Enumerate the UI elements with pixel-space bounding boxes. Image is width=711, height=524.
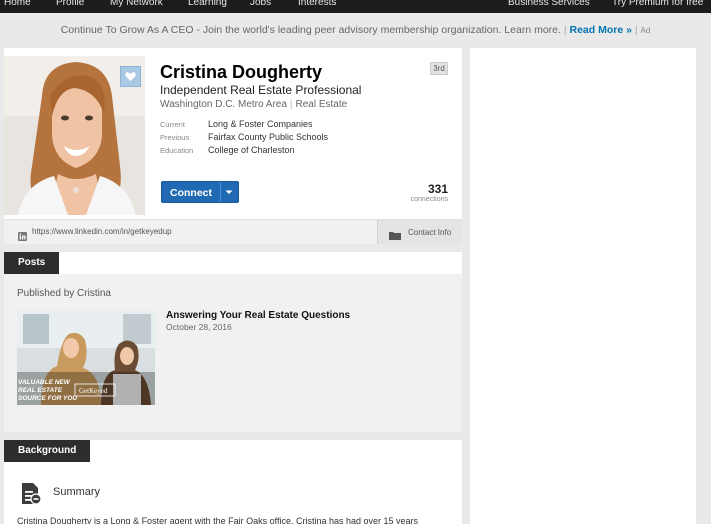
contact-info-label: Contact Info [408, 228, 452, 237]
location-separator: | [289, 99, 293, 110]
post-title-link[interactable]: Answering Your Real Estate Questions [166, 310, 350, 321]
degree-badge: 3rd [430, 62, 448, 75]
ad-text[interactable]: Continue To Grow As A CEO - Join the wor… [61, 24, 561, 36]
posts-section: Posts Published by Cristina VALUABLE NEW… [4, 252, 462, 432]
bookmark-button[interactable] [120, 66, 141, 87]
location-link[interactable]: Washington D.C. Metro Area [160, 99, 287, 110]
connections-count: 331 [427, 182, 448, 196]
summary-title: Summary [53, 486, 101, 498]
connect-button-divider [220, 182, 221, 202]
profile-name: Cristina Dougherty [160, 62, 323, 82]
connect-button[interactable]: Connect [161, 181, 239, 203]
nav-profile[interactable]: Profile [56, 0, 84, 8]
read-more-link[interactable]: Read More » [570, 24, 632, 36]
ad-separator-2: | [634, 24, 638, 36]
background-tab: Background [4, 440, 91, 462]
top-nav: Home Profile My Network Learning Jobs In… [0, 0, 711, 13]
heart-icon [125, 72, 136, 81]
nav-jobs[interactable]: Jobs [250, 0, 271, 8]
posts-tab: Posts [4, 252, 60, 274]
connections-label: connections [410, 196, 448, 203]
fact-current-label: Current [160, 120, 186, 129]
thumb-logo: GetKeyed [79, 387, 108, 395]
nav-home[interactable]: Home [4, 0, 31, 8]
fact-education-label: Education [160, 146, 194, 155]
summary-document-icon [20, 482, 42, 511]
summary-text: Cristina Dougherty is a Long & Foster ag… [17, 516, 419, 524]
caret-down-icon[interactable] [223, 186, 235, 201]
fact-previous-value[interactable]: Fairfax County Public Schools [208, 132, 328, 142]
nav-business-services[interactable]: Business Services [508, 0, 590, 8]
connect-button-label: Connect [170, 187, 212, 199]
nav-my-network[interactable]: My Network [110, 0, 163, 8]
thumb-caption-line-3: SOURCE FOR YOU [18, 395, 77, 402]
ad-separator: | [563, 24, 567, 36]
nav-try-premium[interactable]: Try Premium for free [612, 0, 703, 8]
fact-current-value[interactable]: Long & Foster Companies [208, 119, 313, 129]
contact-info-button[interactable]: Contact Info [377, 220, 462, 244]
contact-card-icon [389, 227, 401, 245]
location-industry: Washington D.C. Metro Area | Real Estate [160, 99, 347, 110]
nav-learning[interactable]: Learning [188, 0, 227, 8]
linkedin-icon [18, 228, 27, 246]
background-section: Background Summary Cristina Dougherty is… [4, 440, 462, 524]
thumb-caption-line-2: REAL ESTATE [18, 387, 63, 394]
profile-headline: Independent Real Estate Professional [160, 83, 362, 97]
fact-previous-label: Previous [160, 133, 190, 142]
published-by: Published by Cristina [17, 288, 111, 299]
profile-card: Cristina Dougherty 3rd Independent Real … [4, 48, 462, 244]
post-date: October 28, 2016 [166, 322, 232, 332]
post-thumbnail-image: VALUABLE NEW REAL ESTATE SOURCE FOR YOU … [17, 310, 155, 405]
industry-link[interactable]: Real Estate [296, 99, 348, 110]
posts-header [4, 252, 462, 274]
ad-banner: Continue To Grow As A CEO - Join the wor… [0, 14, 711, 46]
thumb-caption-line-1: VALUABLE NEW [18, 379, 71, 386]
right-rail [470, 48, 696, 524]
profile-url-bar: https://www.linkedin.com/in/getkeyedup C… [4, 219, 462, 244]
ad-label: Ad [640, 26, 651, 35]
post-thumbnail[interactable]: VALUABLE NEW REAL ESTATE SOURCE FOR YOU … [17, 310, 155, 405]
profile-url[interactable]: https://www.linkedin.com/in/getkeyedup [32, 227, 172, 236]
nav-interests[interactable]: Interests [298, 0, 336, 8]
fact-education-value[interactable]: College of Charleston [208, 145, 295, 155]
